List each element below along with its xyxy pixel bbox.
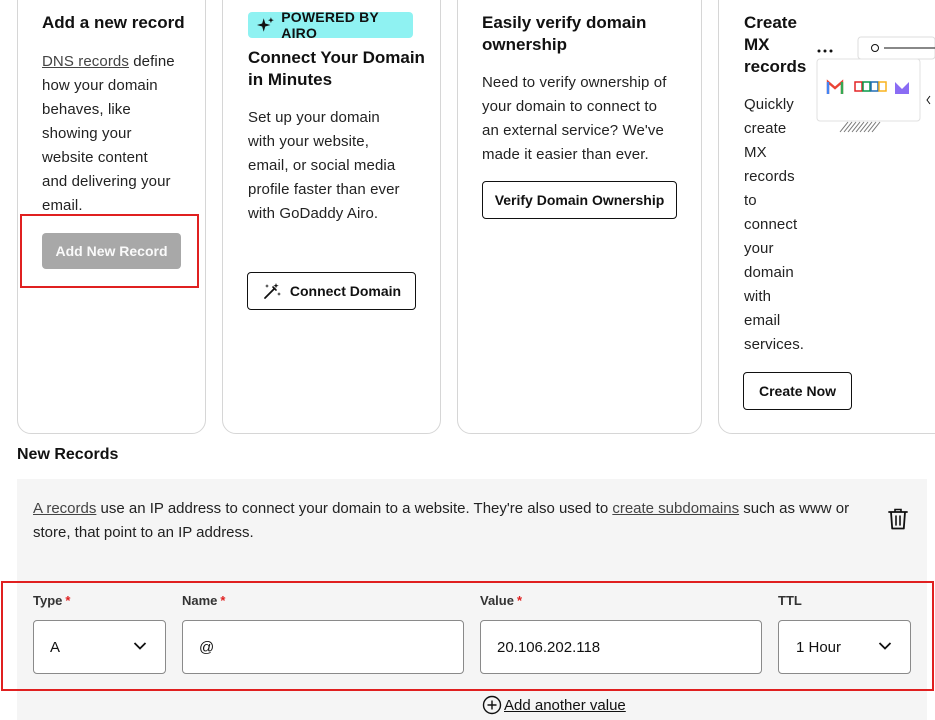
- a-records-info: A records use an IP address to connect y…: [33, 500, 850, 541]
- add-record-description: DNS records define how your domain behav…: [42, 53, 175, 214]
- connect-title: Connect Your Domain in Minutes: [248, 48, 425, 89]
- verify-description: Need to verify ownership of your domain …: [482, 74, 667, 163]
- mx-title: Create MX records: [744, 13, 807, 76]
- plus-circle-icon: [482, 695, 502, 715]
- add-another-value-label: Add another value: [504, 696, 626, 714]
- highlight-box-record-fields: [1, 581, 934, 691]
- magic-wand-icon: [263, 283, 281, 299]
- connect-description: Set up your domain with your website, em…: [248, 109, 400, 222]
- connect-domain-label: Connect Domain: [289, 283, 402, 299]
- a-records-link[interactable]: A records: [33, 500, 96, 517]
- verify-title: Easily verify domain ownership: [482, 13, 647, 54]
- dns-records-link[interactable]: DNS records: [42, 53, 129, 70]
- airo-badge: POWERED BY AIRO: [248, 9, 413, 41]
- highlight-box-add-record: [20, 214, 199, 288]
- verify-domain-ownership-button[interactable]: Verify Domain Ownership: [482, 181, 677, 219]
- add-another-value-link[interactable]: Add another value: [482, 695, 626, 715]
- add-record-title: Add a new record: [42, 13, 185, 32]
- airo-badge-label: POWERED BY AIRO: [281, 9, 379, 41]
- trash-icon[interactable]: [887, 507, 909, 531]
- connect-domain-button[interactable]: Connect Domain: [247, 272, 416, 310]
- sparkle-icon: [256, 17, 274, 32]
- create-now-button[interactable]: Create Now: [743, 372, 852, 410]
- mx-description: Quickly create MX records to connect you…: [744, 96, 805, 353]
- new-records-heading: New Records: [17, 446, 119, 463]
- create-subdomains-link[interactable]: create subdomains: [612, 500, 739, 517]
